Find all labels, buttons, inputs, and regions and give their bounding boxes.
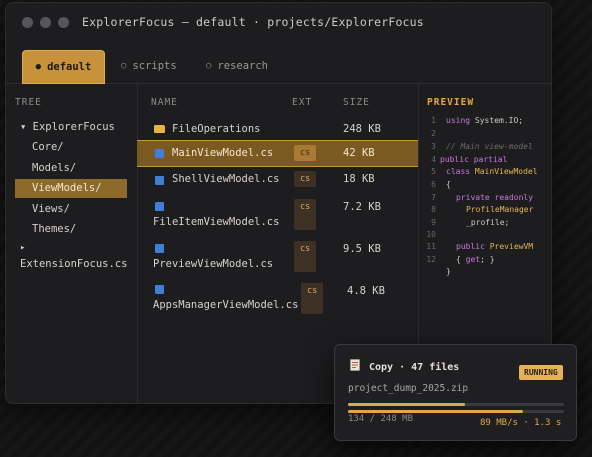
progress-text: 134 / 248 MB (348, 414, 414, 424)
code-line: using System.IO; (446, 116, 524, 125)
status-badge: RUNNING (519, 365, 563, 380)
line-number: 8 (431, 205, 436, 214)
code-line: } (446, 267, 451, 276)
file-size: 9.5 KB (343, 243, 381, 255)
line-number: 11 (426, 242, 436, 251)
file-row-selected[interactable]: MainViewModel.cs cs 42 KB (137, 140, 418, 167)
tree-item-models[interactable]: Models/ (32, 162, 76, 174)
column-header-name[interactable]: NAME (151, 97, 178, 108)
toast-title: Copy · 47 files (369, 362, 460, 373)
line-number: 6 (431, 180, 436, 189)
ext-badge: cs (301, 283, 324, 314)
line-number: 1 (431, 116, 436, 125)
preview-header: PREVIEW (427, 97, 475, 108)
file-row[interactable]: AppsManagerViewModel.cs cs 4.8 KB (137, 279, 418, 321)
folder-icon (154, 125, 165, 133)
file-name: FileOperations (172, 123, 261, 135)
csharp-file-icon (155, 244, 164, 253)
code-line: ProfileManager (466, 205, 534, 214)
file-name: ShellViewModel.cs (172, 173, 280, 185)
minimize-window-button[interactable] (40, 17, 51, 28)
maximize-window-button[interactable] (58, 17, 69, 28)
tab-default[interactable]: ● default (22, 50, 105, 84)
close-window-button[interactable] (22, 17, 33, 28)
ext-badge: cs (294, 241, 317, 272)
copy-progress-toast: Copy · 47 files RUNNING project_dump_202… (334, 344, 577, 441)
tree-item-extensionfocus[interactable]: ExtensionFocus.cs (20, 258, 127, 270)
expand-icon: ▾ (20, 121, 27, 133)
file-size: 7.2 KB (343, 201, 381, 213)
tab-label: default (47, 61, 92, 73)
tab-label: scripts (132, 60, 177, 72)
line-number: 3 (431, 142, 436, 151)
file-name: PreviewViewModel.cs (153, 258, 274, 270)
code-line: // Main view-model (446, 142, 533, 151)
tree-panel: TREE ▾ ExplorerFocus Core/ Models/ ViewM… (6, 84, 138, 403)
file-name: AppsManagerViewModel.cs (153, 299, 299, 311)
tab-scripts[interactable]: ○ scripts (121, 50, 177, 82)
file-name: MainViewModel.cs (172, 147, 274, 159)
code-line: _profile; (466, 218, 510, 227)
code-line: { (446, 180, 451, 189)
tab-label: research (217, 60, 268, 72)
code-line: { get; } (456, 255, 495, 264)
csharp-file-icon (155, 149, 164, 158)
tree-item-explorerfocus[interactable]: ▾ ExplorerFocus (20, 121, 115, 133)
tab-bullet: ○ (206, 61, 212, 71)
file-row[interactable]: ShellViewModel.cs cs 18 KB (137, 168, 418, 190)
tab-bullet: ○ (121, 61, 127, 71)
file-size: 42 KB (343, 147, 375, 159)
file-row[interactable]: PreviewViewModel.cs cs 9.5 KB (137, 238, 418, 278)
tab-bullet: ● (35, 62, 42, 72)
tree-item-core[interactable]: Core/ (32, 141, 64, 153)
line-number: 5 (431, 167, 436, 176)
ext-badge: cs (294, 199, 317, 230)
tab-research[interactable]: ○ research (206, 50, 268, 82)
tree-item-themes[interactable]: Themes/ (32, 223, 76, 235)
toast-filename: project_dump_2025.zip (348, 383, 469, 394)
window-title: ExplorerFocus — default · projects/Explo… (82, 15, 424, 29)
line-number: 10 (426, 230, 436, 239)
csharp-file-icon (155, 202, 164, 211)
transfer-speed: 89 MB/s · 1.3 s (480, 418, 562, 428)
file-size: 4.8 KB (347, 285, 385, 297)
column-header-size[interactable]: SIZE (343, 97, 370, 108)
line-number: 9 (431, 218, 436, 227)
file-name: FileItemViewModel.cs (153, 216, 280, 228)
code-line: public partial (440, 155, 508, 164)
line-number: 12 (426, 255, 436, 264)
code-line: class MainViewModel (446, 167, 538, 176)
code-line: private readonly (456, 193, 534, 202)
tree-item-label: ExplorerFocus (32, 121, 115, 133)
tab-bar: ● default ○ scripts ○ research (6, 41, 551, 84)
column-header-ext[interactable]: EXT (292, 97, 312, 108)
csharp-file-icon (155, 176, 164, 185)
code-line: public PreviewVM (456, 242, 534, 251)
line-number: 7 (431, 193, 436, 202)
progress-bar-fill (348, 403, 465, 406)
document-icon (350, 359, 360, 371)
line-number: 2 (431, 129, 436, 138)
tree-item-viewmodels[interactable]: ViewModels/ (15, 179, 127, 198)
file-size: 18 KB (343, 173, 375, 185)
file-row[interactable]: FileOperations 248 KB (137, 118, 418, 140)
tree-header: TREE (15, 97, 42, 108)
ext-badge: cs (294, 145, 317, 161)
progress-bar-secondary-fill (348, 410, 523, 413)
collapse-icon[interactable]: ▸ (20, 243, 25, 253)
ext-badge: cs (294, 171, 317, 187)
file-size: 248 KB (343, 123, 381, 135)
file-row[interactable]: FileItemViewModel.cs cs 7.2 KB (137, 196, 418, 236)
title-bar: ExplorerFocus — default · projects/Explo… (6, 3, 551, 41)
csharp-file-icon (155, 285, 164, 294)
tree-item-views[interactable]: Views/ (32, 203, 70, 215)
line-number: 4 (431, 155, 436, 164)
